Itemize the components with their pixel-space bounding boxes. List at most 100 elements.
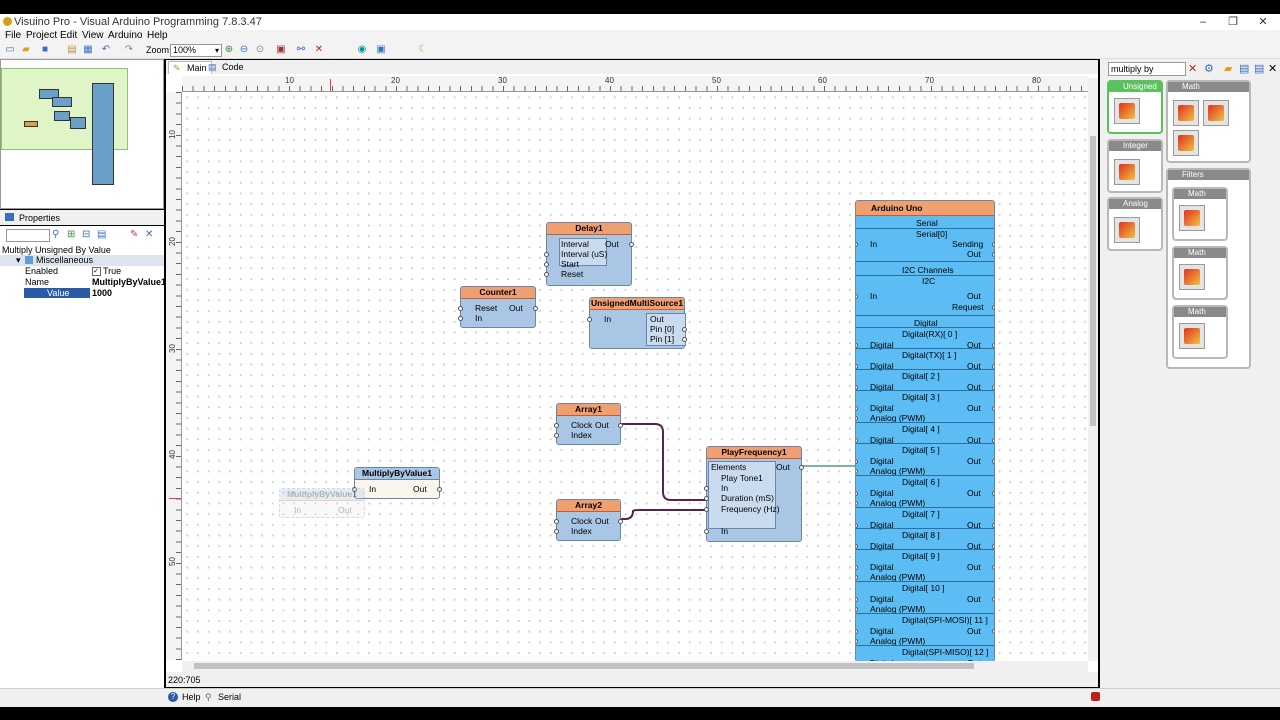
output-pin[interactable]	[799, 465, 804, 470]
palette-group-math[interactable]: Math	[1166, 80, 1251, 163]
input-pin[interactable]	[856, 294, 858, 299]
horizontal-scrollbar[interactable]	[182, 661, 1088, 672]
folder-icon[interactable]: ▰	[1224, 62, 1232, 75]
output-pin[interactable]	[992, 459, 994, 464]
pin-label: Request	[952, 302, 984, 312]
input-pin[interactable]	[458, 316, 463, 321]
array1-component[interactable]: Array1 Clock Index Out	[554, 403, 623, 445]
wire-array2-frequency[interactable]	[620, 509, 708, 520]
input-pin[interactable]	[554, 519, 559, 524]
input-pin[interactable]	[856, 565, 858, 570]
output-pin[interactable]	[992, 565, 994, 570]
palette-group-filters[interactable]: Filters Math Math Math	[1166, 168, 1251, 369]
arduino-uno-component[interactable]: Arduino Uno Serial Serial[0] In Sending …	[855, 200, 995, 662]
output-pin[interactable]	[437, 487, 442, 492]
input-pin[interactable]	[856, 575, 858, 580]
input-pin[interactable]	[554, 433, 559, 438]
input-pin[interactable]	[544, 272, 549, 277]
pin-label: Reset	[475, 303, 498, 313]
input-pin[interactable]	[856, 469, 858, 474]
palette-group-integer[interactable]: Integer	[1107, 139, 1163, 193]
filter-item[interactable]	[1179, 205, 1205, 231]
collapse-all-icon[interactable]: ▤	[1254, 62, 1264, 75]
pin-label: Interval (uS)	[561, 249, 608, 259]
input-pin[interactable]	[856, 597, 858, 602]
output-pin[interactable]	[992, 305, 994, 310]
input-pin[interactable]	[856, 416, 858, 421]
palette-subgroup-math[interactable]: Math	[1172, 305, 1228, 359]
output-pin[interactable]	[682, 327, 687, 332]
vertical-scrollbar[interactable]	[1088, 78, 1098, 661]
input-pin[interactable]	[856, 459, 858, 464]
input-pin[interactable]	[544, 262, 549, 267]
input-pin[interactable]	[704, 507, 709, 512]
input-pin[interactable]	[554, 423, 559, 428]
output-pin[interactable]	[992, 406, 994, 411]
input-pin[interactable]	[856, 629, 858, 634]
channel-label: Digital(SPI-MOSI)[ 11 ]	[902, 615, 988, 625]
input-pin[interactable]	[554, 529, 559, 534]
help-tab[interactable]: Help	[182, 692, 201, 702]
output-pin[interactable]	[992, 242, 994, 247]
palette-group-analog[interactable]: Analog	[1107, 197, 1163, 251]
output-pin[interactable]	[992, 491, 994, 496]
multiply-component[interactable]: MultiplyByValue1 In Out	[352, 467, 442, 499]
palette-group-unsigned[interactable]: Unsigned	[1107, 80, 1163, 134]
pin-label: Duration (mS)	[721, 493, 774, 503]
pin-label: Reset	[561, 269, 584, 279]
scroll-thumb[interactable]	[1090, 136, 1096, 426]
channel-label: Digital[ 2 ]	[902, 371, 940, 381]
pin-label: Digital	[870, 456, 894, 466]
output-pin[interactable]	[533, 306, 538, 311]
input-pin[interactable]	[856, 607, 858, 612]
input-pin[interactable]	[856, 242, 858, 247]
input-pin[interactable]	[704, 486, 709, 491]
pin-label: Out	[650, 314, 664, 324]
wire-array1-duration[interactable]	[620, 423, 708, 501]
output-pin[interactable]	[992, 629, 994, 634]
expand-all-icon[interactable]: ▤	[1239, 62, 1249, 75]
clear-search-icon[interactable]: ✕	[1188, 62, 1197, 75]
counter-component[interactable]: Counter1 Reset In Out	[458, 286, 538, 328]
output-pin[interactable]	[682, 337, 687, 342]
filter-item[interactable]	[1179, 264, 1205, 290]
pin-label: Out	[967, 594, 981, 604]
playfrequency-component[interactable]: PlayFrequency1 Elements Play Tone1 In Du…	[704, 446, 804, 542]
pin-label: Out	[595, 516, 609, 526]
serial-tab[interactable]: Serial	[218, 692, 241, 702]
error-indicator-icon[interactable]	[1091, 692, 1100, 701]
search-options-icon[interactable]: ⚙	[1204, 62, 1214, 75]
output-pin[interactable]	[618, 423, 623, 428]
scroll-thumb[interactable]	[194, 663, 974, 669]
input-pin[interactable]	[544, 252, 549, 257]
input-pin[interactable]	[856, 501, 858, 506]
integer-item[interactable]	[1114, 159, 1140, 185]
input-pin[interactable]	[856, 491, 858, 496]
channel-label: Digital[ 6 ]	[902, 477, 940, 487]
input-pin[interactable]	[587, 317, 592, 322]
pin-label: Digital	[870, 488, 894, 498]
delay-component[interactable]: Delay1 Interval Interval (uS) Start Rese…	[544, 222, 634, 286]
multiply-unsigned-item[interactable]	[1114, 98, 1140, 124]
close-palette-icon[interactable]: ✕	[1268, 62, 1277, 75]
output-pin[interactable]	[992, 597, 994, 602]
filter-item[interactable]	[1179, 323, 1205, 349]
input-pin[interactable]	[458, 306, 463, 311]
math-item[interactable]	[1173, 100, 1199, 126]
palette-subgroup-math[interactable]: Math	[1172, 187, 1228, 241]
math-item[interactable]	[1203, 100, 1229, 126]
input-pin[interactable]	[704, 496, 709, 501]
palette-search-input[interactable]: multiply by	[1108, 62, 1186, 76]
analog-item[interactable]	[1114, 217, 1140, 243]
input-pin[interactable]	[856, 406, 858, 411]
output-pin[interactable]	[618, 519, 623, 524]
math-item[interactable]	[1173, 130, 1199, 156]
input-pin[interactable]	[856, 639, 858, 644]
palette-subgroup-math[interactable]: Math	[1172, 246, 1228, 300]
pin-label: Pin [0]	[650, 324, 675, 334]
input-pin[interactable]	[704, 529, 709, 534]
output-pin[interactable]	[992, 252, 994, 257]
multisource-component[interactable]: UnsignedMultiSource1 In Out Pin [0] Pin …	[587, 297, 687, 349]
output-pin[interactable]	[629, 242, 634, 247]
array2-component[interactable]: Array2 Clock Index Out	[554, 499, 623, 541]
